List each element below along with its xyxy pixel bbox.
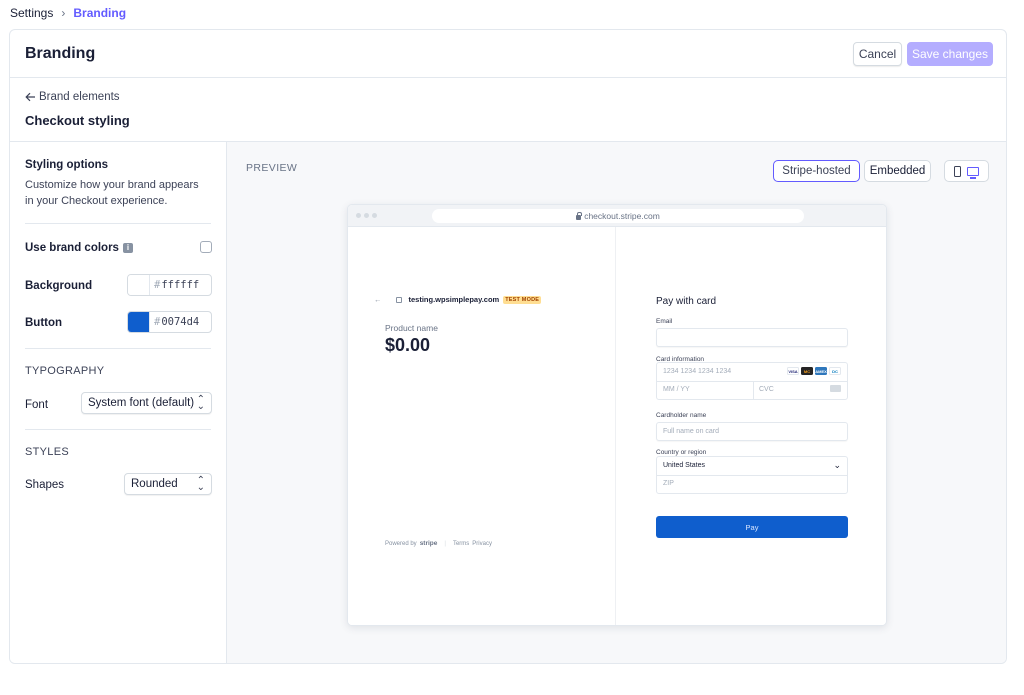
button-hex-input[interactable]: #0074d4	[150, 312, 211, 332]
mastercard-icon: MC	[801, 367, 813, 375]
shapes-label: Shapes	[25, 479, 65, 491]
use-brand-colors-checkbox[interactable]	[200, 241, 212, 253]
chevron-updown-icon: ⌃ ⌄	[196, 475, 205, 493]
browser-bar: checkout.stripe.com	[348, 205, 886, 227]
checkout-styling-title: Checkout styling	[25, 113, 130, 128]
email-field[interactable]	[656, 328, 848, 347]
desktop-icon[interactable]	[967, 166, 979, 179]
subheader: Brand elements Checkout styling	[10, 78, 1006, 142]
lock-icon	[576, 211, 582, 220]
device-toggle	[944, 160, 989, 182]
font-label: Font	[25, 399, 49, 411]
preview-panel: PREVIEW Stripe-hosted Embedded checkout.…	[227, 142, 1006, 663]
back-to-brand-elements-link[interactable]: Brand elements	[25, 91, 120, 103]
zip-input[interactable]: ZIP	[663, 480, 674, 487]
mobile-icon[interactable]	[954, 165, 961, 177]
country-select[interactable]: United States	[663, 462, 705, 469]
card-header: Branding Cancel Save changes	[10, 30, 1006, 78]
button-label: Button	[25, 317, 63, 329]
cvc-input[interactable]: CVC	[759, 386, 774, 393]
embedded-toggle[interactable]: Embedded	[864, 160, 931, 182]
card-number-input[interactable]: 1234 1234 1234 1234	[663, 368, 731, 375]
use-brand-colors-label: Use brand colors	[25, 242, 119, 254]
back-arrow-icon[interactable]: ←	[374, 295, 382, 304]
back-link-label: Brand elements	[39, 91, 120, 103]
cvc-card-icon	[830, 385, 841, 392]
breadcrumb: Settings › Branding	[10, 6, 126, 20]
background-label: Background	[25, 280, 93, 292]
use-brand-colors-row: Use brand colors i	[25, 242, 133, 254]
cardholder-name-label: Cardholder name	[656, 412, 707, 419]
typography-heading: TYPOGRAPHY	[25, 365, 105, 377]
preview-label: PREVIEW	[246, 162, 298, 174]
divider	[25, 348, 211, 349]
breadcrumb-settings[interactable]: Settings	[10, 6, 53, 20]
window-dots	[356, 213, 377, 218]
browser-frame: checkout.stripe.com ← testing.wpsimplepa…	[347, 204, 887, 626]
checkout-payment-form: Pay with card Email Card information 123…	[616, 227, 886, 625]
checkout-summary: ← testing.wpsimplepay.com TEST MODE Prod…	[348, 227, 616, 625]
stripe-logo: stripe	[419, 540, 438, 547]
url-text: checkout.stripe.com	[584, 211, 660, 221]
styling-options-title: Styling options	[25, 159, 109, 171]
card-information-group: 1234 1234 1234 1234 VISA MC AMEX DC MM /…	[656, 362, 848, 400]
stripe-hosted-toggle[interactable]: Stripe-hosted	[773, 160, 860, 182]
branding-card: Branding Cancel Save changes Brand eleme…	[9, 29, 1007, 664]
chevron-down-icon: ⌄	[833, 460, 841, 470]
store-icon	[395, 296, 402, 303]
country-region-group: United States ⌄ ZIP	[656, 456, 848, 494]
powered-by-stripe: Powered by stripe | Terms Privacy	[385, 540, 492, 547]
save-changes-button[interactable]: Save changes	[907, 42, 993, 66]
url-bar: checkout.stripe.com	[432, 209, 804, 223]
cardholder-name-field[interactable]: Full name on card	[656, 422, 848, 441]
divider	[25, 429, 211, 430]
font-select-value: System font (default)	[88, 397, 195, 409]
test-mode-badge: TEST MODE	[503, 295, 542, 304]
merchant-header: ← testing.wpsimplepay.com TEST MODE	[374, 295, 542, 304]
pay-with-card-title: Pay with card	[656, 296, 717, 307]
background-hex-value: ffffff	[161, 279, 200, 291]
font-select[interactable]: System font (default) ⌃ ⌄	[81, 392, 212, 414]
chevron-right-icon: ›	[61, 6, 66, 20]
styles-heading: STYLES	[25, 446, 69, 458]
amex-icon: AMEX	[815, 367, 827, 375]
diners-icon: DC	[829, 367, 841, 375]
product-name: Product name	[385, 323, 438, 333]
shapes-select-value: Rounded	[131, 478, 178, 490]
page-title: Branding	[25, 45, 96, 62]
styling-options-description: Customize how your brand appears in your…	[25, 179, 199, 207]
button-hex-value: 0074d4	[161, 316, 200, 328]
product-price: $0.00	[385, 335, 431, 355]
visa-icon: VISA	[787, 367, 799, 375]
privacy-link[interactable]: Privacy	[472, 541, 492, 547]
terms-link[interactable]: Terms	[453, 541, 469, 547]
card-brand-icons: VISA MC AMEX DC	[787, 367, 841, 375]
button-color-field[interactable]: #0074d4	[127, 311, 212, 333]
background-color-field[interactable]: # ffffff	[127, 274, 212, 296]
background-color-swatch[interactable]	[128, 275, 150, 295]
button-color-swatch[interactable]	[128, 312, 150, 332]
styling-options-panel: Styling options Customize how your brand…	[10, 142, 227, 663]
cardholder-placeholder: Full name on card	[663, 428, 720, 435]
pay-button[interactable]: Pay	[656, 516, 848, 538]
merchant-name: testing.wpsimplepay.com	[408, 295, 500, 304]
country-region-label: Country or region	[656, 449, 707, 456]
arrow-left-icon	[25, 92, 35, 102]
divider	[25, 223, 211, 224]
chevron-updown-icon: ⌃ ⌄	[196, 394, 205, 412]
cancel-button[interactable]: Cancel	[853, 42, 902, 66]
background-hex-input[interactable]: # ffffff	[150, 275, 211, 295]
powered-by-label: Powered by	[385, 540, 417, 547]
email-label: Email	[656, 318, 673, 325]
info-icon[interactable]: i	[122, 242, 133, 253]
breadcrumb-branding[interactable]: Branding	[73, 6, 126, 20]
shapes-select[interactable]: Rounded ⌃ ⌄	[124, 473, 212, 495]
expiry-input[interactable]: MM / YY	[663, 386, 690, 393]
